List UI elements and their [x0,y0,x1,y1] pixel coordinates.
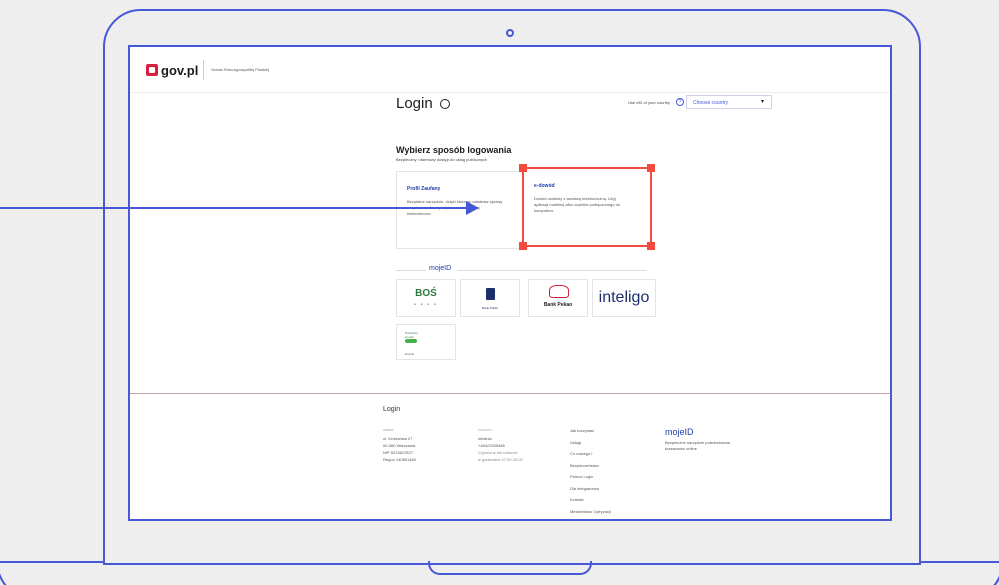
laptop-notch [428,561,592,575]
country-select[interactable]: Choose country [686,95,772,109]
footer-contact: infolinia +48422535486 Czynna w dni robo… [478,435,523,463]
highlight-corner [519,164,527,172]
country-eid-label: Use eID of your country [628,100,671,105]
footer-mojeid-desc: Bezpieczne narzędzie potwierdzania tożsa… [665,440,730,451]
pko-logo-icon [486,288,495,300]
bank-inteligo-button[interactable]: inteligo [592,279,656,317]
footer-title: Login [383,406,401,413]
footer-contact-head: Kontakt [478,428,492,432]
card-title: Profil Zaufany [407,186,441,192]
gov-eagle-icon [146,64,158,76]
footer-address-line: ul. Królewska 27 [383,436,413,441]
footer-link[interactable]: Ministerstwo Cyfryzacji [570,506,611,518]
pekao-bison-icon [549,285,569,298]
service-name: Serwis Rzeczypospolitej Polskiej [211,67,270,72]
mojeid-label: mojeID [429,265,452,272]
annotation-arrow-head-icon [466,201,479,215]
brand-logo[interactable]: gov.pl [161,63,198,78]
footer-link[interactable]: Usługi [570,437,611,449]
footer-link[interactable]: Bezpieczeństwo [570,460,611,472]
browser-screen: gov.pl Serwis Rzeczypospolitej Polskiej … [128,45,892,521]
bos-logo: BOŚ [415,288,437,299]
pko-label: Bank Polski [482,306,498,310]
footer-link[interactable]: Kontakt [570,494,611,506]
footer-address-line: NIP 5213627827 [383,450,413,455]
stage: gov.pl Serwis Rzeczypospolitej Polskiej … [0,0,999,585]
profil-zaufany-card[interactable]: Profil Zaufany Bezpłatne narzędzie, dzię… [396,171,528,249]
divider [396,270,426,271]
e-dowod-card[interactable]: e-dowód Dowód osobisty z warstwą elektro… [519,164,655,250]
footer-link[interactable]: Dla integratorów [570,483,611,495]
chevron-down-icon: ▾ [761,99,765,105]
footer-contact-note: Czynna w dni robocze [478,450,518,455]
divider [457,270,647,271]
footer-address-line: 00-060 Warszawa [383,443,416,448]
footer-links: Jak korzystać Usługi Co nowego? Bezpiecz… [570,425,611,517]
method-subtitle: Bezpieczny i darmowy dostęp do usług pub… [396,157,488,162]
envelo-label: Envelo [405,352,415,356]
footer-link[interactable]: Pomoc Login [570,471,611,483]
login-icon [440,99,450,109]
footer-divider [130,393,890,394]
bos-dots-icon: ● ● ● ● [414,302,438,306]
footer-phone-link[interactable]: +48422535486 [478,442,523,449]
bank-pekao-button[interactable]: Bank Pekao [528,279,588,317]
footer-link[interactable]: Jak korzystać [570,425,611,437]
footer-contact-note: w godzinach 07:00-18:00 [478,457,523,462]
login-title: Login [396,95,433,112]
inteligo-logo: inteligo [598,289,650,306]
pekao-label: Bank Pekao [543,302,573,308]
help-icon[interactable]: ? [676,98,684,106]
footer-contact-line: infolinia [478,436,492,441]
highlight-corner [647,164,655,172]
brand-divider [203,60,204,80]
footer-mojeid-logo[interactable]: mojeID [665,427,694,437]
gov-header: gov.pl Serwis Rzeczypospolitej Polskiej [130,47,890,93]
bank-bos-button[interactable]: BOŚ ● ● ● ● [396,279,456,317]
footer-address-head: Adres [383,428,394,432]
annotation-arrow-line [0,207,468,209]
highlight-corner [647,242,655,250]
laptop-camera [506,29,514,37]
method-title: Wybierz sposób logowania [396,145,512,155]
highlight-corner [519,242,527,250]
footer-link[interactable]: Co nowego? [570,448,611,460]
bank-envelo-button[interactable]: Pocztowy envelo Envelo [396,324,456,360]
envelo-logo: Pocztowy envelo [405,331,418,339]
footer-address: ul. Królewska 27 00-060 Warszawa NIP 521… [383,435,416,463]
bank-pko-button[interactable]: Bank Polski [460,279,520,317]
card-title: e-dowód [534,183,555,189]
card-desc: Dowód osobisty z warstwą elektroniczną. … [534,196,621,213]
envelo-mark-icon [405,339,417,343]
footer-address-line: Regon 140891480 [383,457,416,462]
